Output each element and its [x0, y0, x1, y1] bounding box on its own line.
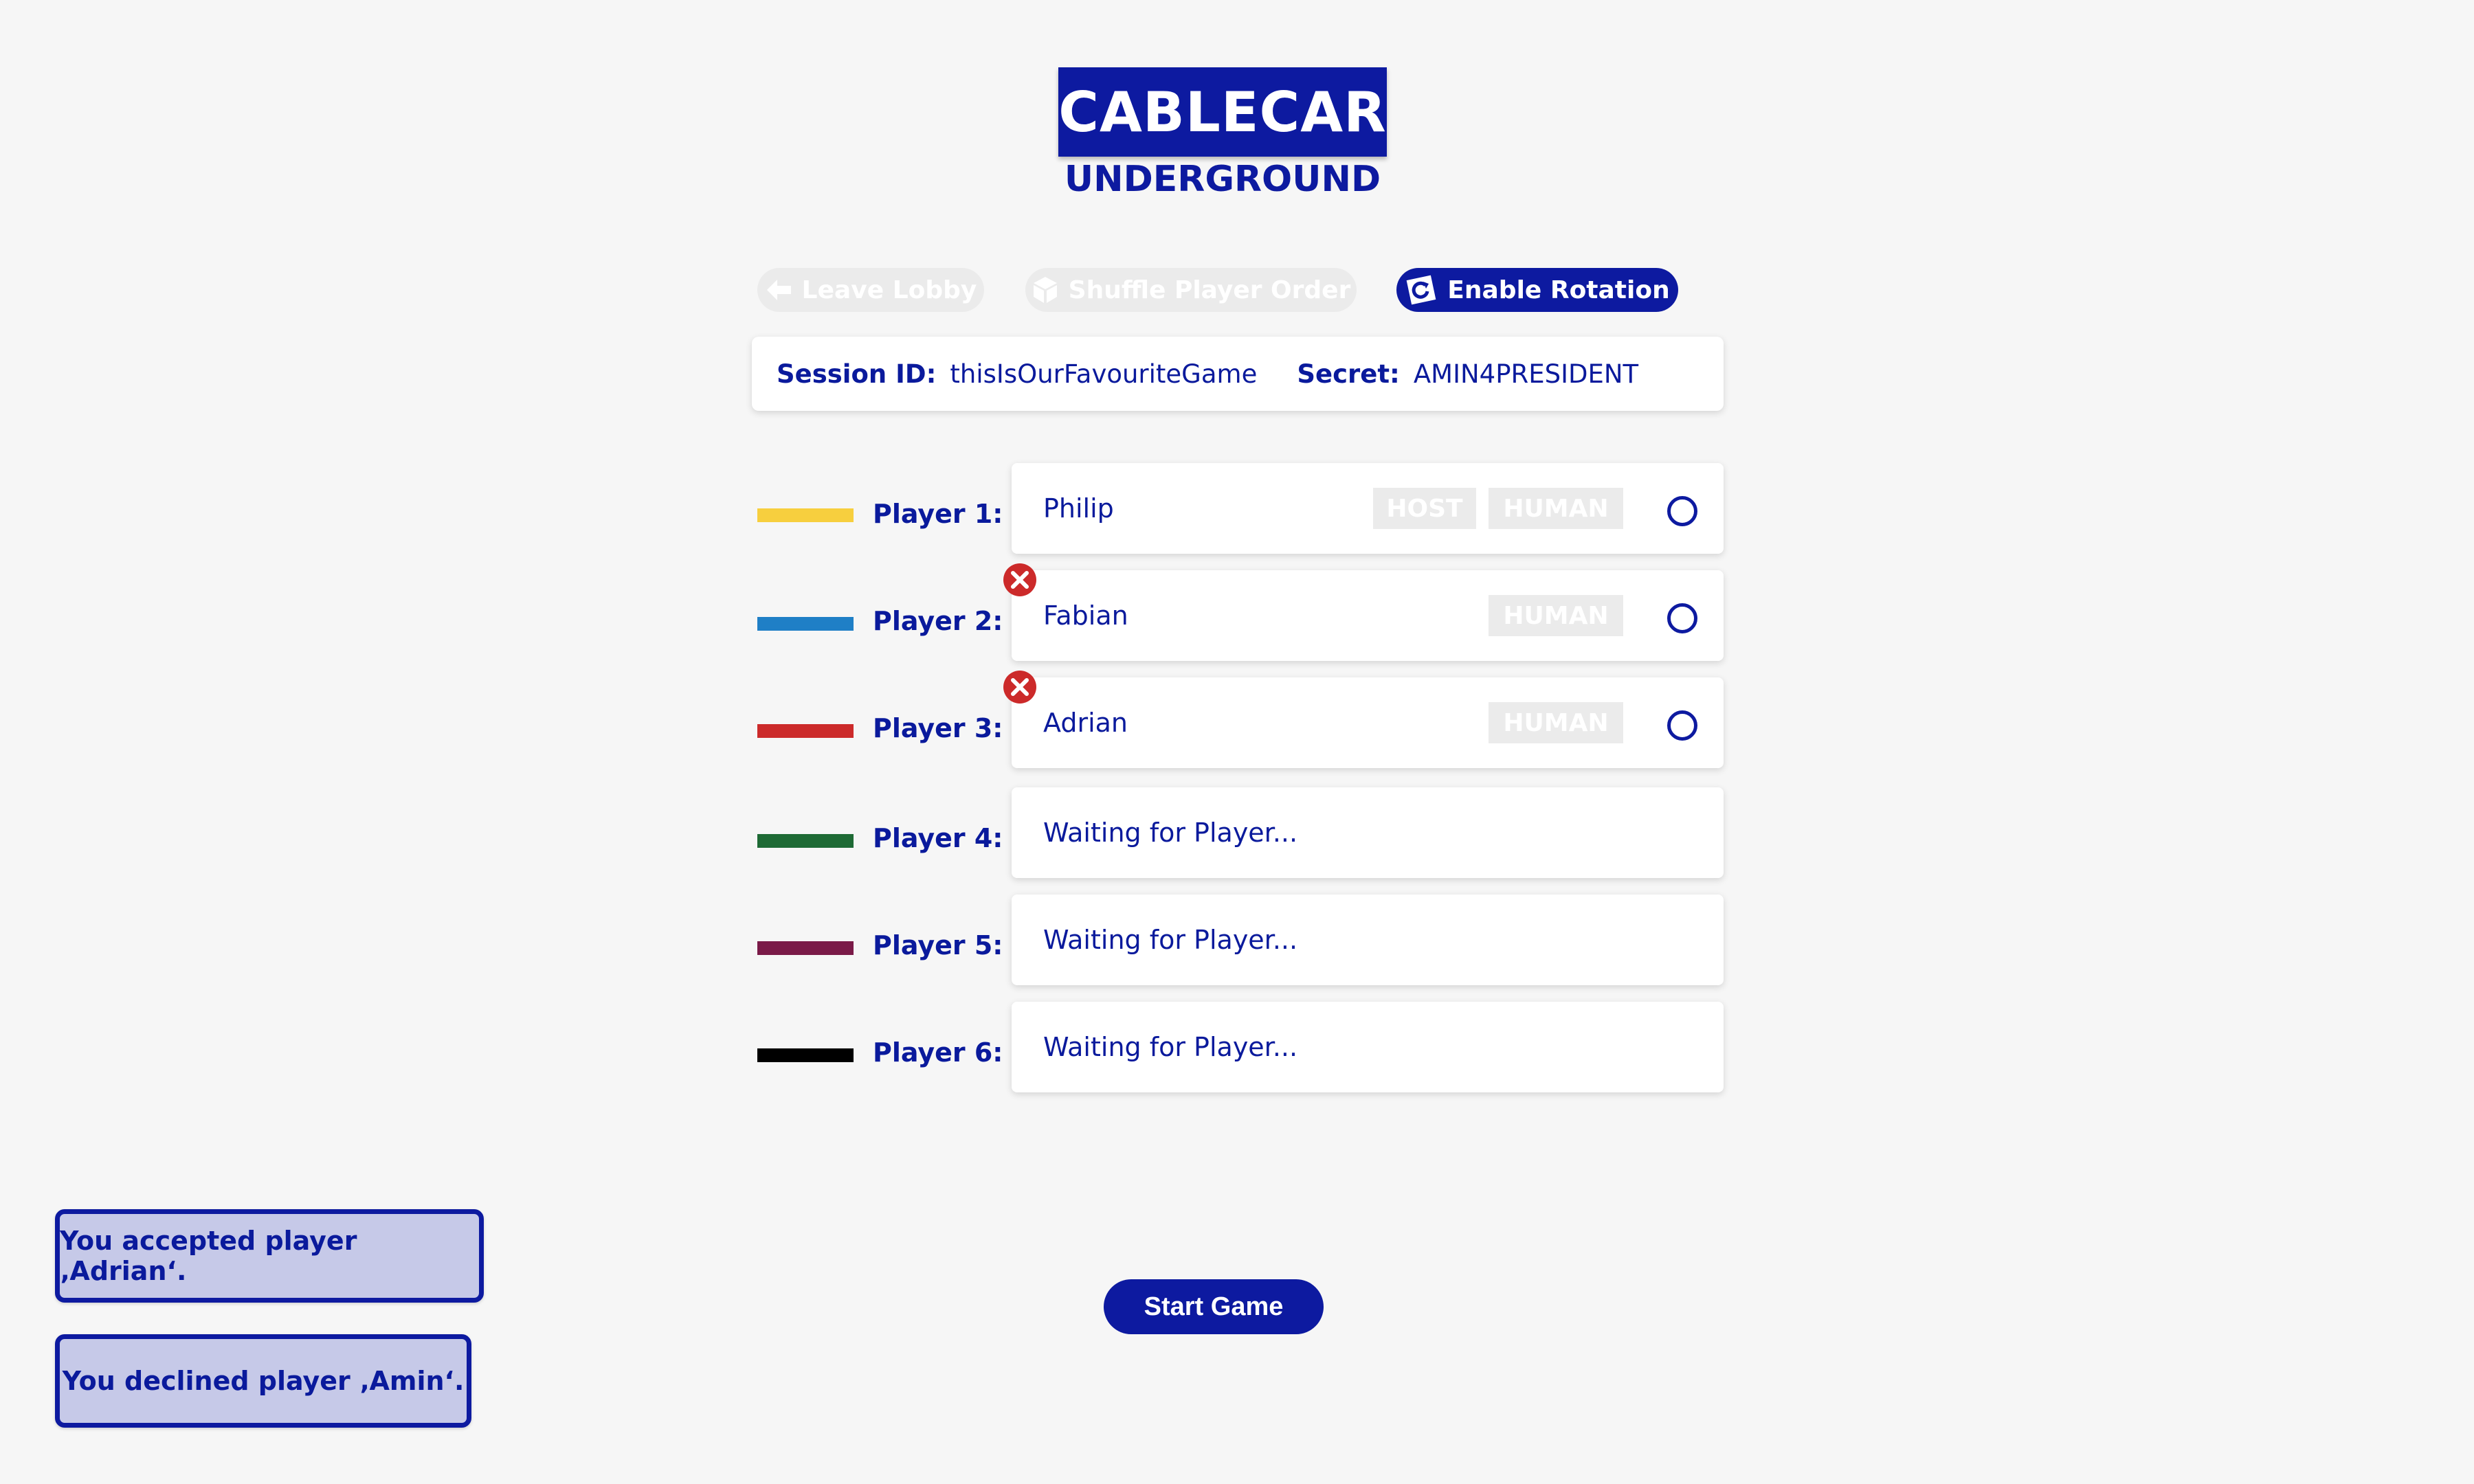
player-color-bar — [757, 724, 854, 738]
ready-status-icon[interactable] — [1667, 710, 1697, 741]
shuffle-player-order-label: Shuffle Player Order — [1068, 276, 1351, 304]
player-4-waiting-text: Waiting for Player... — [1043, 818, 1298, 848]
player-6-label: Player 6: — [873, 1037, 1003, 1068]
toast-accepted-text: You accepted player ‚Adrian‘. — [60, 1226, 357, 1286]
player-6-card: Waiting for Player... — [1012, 1002, 1724, 1092]
enable-rotation-button[interactable]: Enable Rotation — [1396, 268, 1678, 312]
remove-player-3-icon[interactable] — [1002, 669, 1038, 705]
arrow-left-icon — [766, 280, 791, 300]
player-3-label: Player 3: — [873, 713, 1003, 743]
ready-status-icon[interactable] — [1667, 603, 1697, 633]
toast-declined-text: You declined player ‚Amin‘. — [62, 1366, 465, 1396]
player-color-bar — [757, 941, 854, 955]
player-2-name: Fabian — [1043, 600, 1128, 631]
player-2-card: Fabian HUMAN — [1012, 570, 1724, 661]
player-1-label: Player 1: — [873, 499, 1003, 529]
human-tag: HUMAN — [1489, 488, 1623, 529]
player-6-waiting-text: Waiting for Player... — [1043, 1032, 1298, 1062]
player-1-name: Philip — [1043, 493, 1114, 524]
player-5-label: Player 5: — [873, 930, 1003, 960]
player-5-waiting-text: Waiting for Player... — [1043, 925, 1298, 955]
player-color-bar — [757, 617, 854, 631]
player-3-name: Adrian — [1043, 708, 1128, 738]
app-logo-subtitle: UNDERGROUND — [1064, 159, 1381, 200]
app-logo-title: CABLECAR — [1058, 67, 1387, 157]
remove-player-2-icon[interactable] — [1002, 562, 1038, 598]
secret-value: AMIN4PRESIDENT — [1413, 359, 1639, 389]
player-4-card: Waiting for Player... — [1012, 787, 1724, 878]
shuffle-player-order-button[interactable]: Shuffle Player Order — [1025, 268, 1357, 312]
player-4-label: Player 4: — [873, 823, 1003, 853]
toast-accepted: You accepted player ‚Adrian‘. — [55, 1209, 484, 1303]
leave-lobby-button[interactable]: Leave Lobby — [757, 268, 984, 312]
secret-label: Secret: — [1297, 359, 1400, 389]
rotate-icon — [1406, 275, 1436, 305]
human-tag: HUMAN — [1489, 595, 1623, 636]
toast-declined: You declined player ‚Amin‘. — [55, 1334, 471, 1428]
host-tag: HOST — [1373, 488, 1476, 529]
session-info-card: Session ID: thisIsOurFavouriteGame Secre… — [752, 337, 1724, 411]
player-2-label: Player 2: — [873, 606, 1003, 636]
ready-status-icon[interactable] — [1667, 496, 1697, 526]
player-1-card: Philip HOST HUMAN — [1012, 463, 1724, 554]
player-color-bar — [757, 508, 854, 522]
start-game-button[interactable]: Start Game — [1104, 1279, 1324, 1334]
player-color-bar — [757, 834, 854, 848]
player-color-bar — [757, 1048, 854, 1062]
session-id-value: thisIsOurFavouriteGame — [950, 359, 1258, 389]
leave-lobby-label: Leave Lobby — [801, 276, 977, 304]
human-tag: HUMAN — [1489, 702, 1623, 743]
session-id-label: Session ID: — [777, 359, 937, 389]
enable-rotation-label: Enable Rotation — [1447, 276, 1670, 304]
player-3-card: Adrian HUMAN — [1012, 677, 1724, 768]
player-5-card: Waiting for Player... — [1012, 895, 1724, 985]
cube-icon — [1033, 277, 1057, 303]
